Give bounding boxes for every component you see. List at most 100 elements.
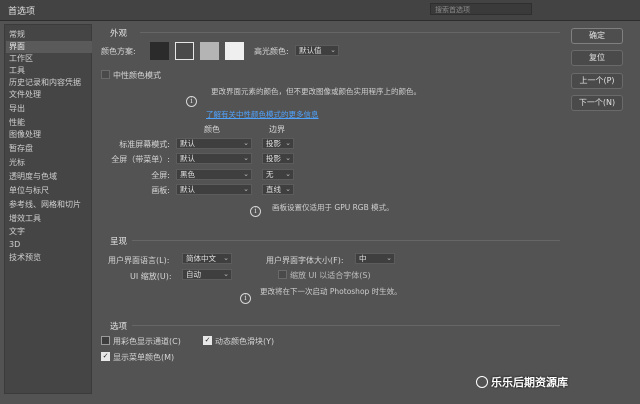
select-value: 默认	[180, 139, 195, 148]
info-icon: i	[250, 206, 261, 217]
fullscreen-color-select[interactable]: 黑色 ⌄	[176, 169, 252, 180]
sidebar-item-tools[interactable]: 工具	[9, 65, 91, 77]
menu-colors-checkbox[interactable]: ✓	[101, 352, 110, 361]
select-value: 黑色	[180, 170, 195, 179]
chevron-down-icon: ⌄	[243, 185, 249, 193]
sidebar-item-cursors[interactable]: 光标	[9, 157, 91, 169]
theme-swatch-medium-dark[interactable]	[175, 42, 194, 60]
watermark-text: 乐乐后期资源库	[491, 376, 568, 389]
artboard-color-select[interactable]: 默认 ⌄	[176, 184, 252, 195]
standard-screen-border-select[interactable]: 投影 ⌄	[262, 138, 294, 149]
fullscreen-border-select[interactable]: 无 ⌄	[262, 169, 294, 180]
neutral-mode-hint: 更改界面元素的颜色，但不更改图像或颜色实用程序上的颜色。	[211, 87, 421, 96]
fullscreen-menus-border-select[interactable]: 投影 ⌄	[262, 153, 294, 164]
title-bar: 首选项 搜索首选项	[0, 0, 640, 21]
sidebar-item-export[interactable]: 导出	[9, 103, 91, 115]
theme-swatch-light[interactable]	[225, 42, 244, 60]
logo-icon	[476, 376, 488, 388]
gpu-hint: 画板设置仅适用于 GPU RGB 模式。	[272, 203, 394, 212]
chevron-down-icon: ⌄	[386, 254, 392, 262]
ui-scaling-label: UI 缩放(U):	[130, 272, 172, 281]
scale-ui-to-font-checkbox[interactable]	[278, 270, 287, 279]
neutral-mode-checkbox[interactable]	[101, 70, 110, 79]
chevron-down-icon: ⌄	[285, 170, 291, 178]
chevron-down-icon: ⌄	[285, 185, 291, 193]
dynamic-sliders-checkbox[interactable]: ✓	[203, 336, 212, 345]
sidebar-item-3d[interactable]: 3D	[9, 239, 91, 251]
ui-language-label: 用户界面语言(L):	[108, 256, 170, 265]
chevron-down-icon: ⌄	[330, 46, 336, 54]
select-value: 中	[359, 254, 367, 263]
sidebar-item-tech-preview[interactable]: 技术预览	[9, 252, 91, 264]
chevron-down-icon: ⌄	[223, 270, 229, 278]
sidebar-item-workspace[interactable]: 工作区	[9, 53, 91, 65]
sidebar-item-history[interactable]: 历史记录和内容凭据	[9, 77, 91, 89]
border-column-header: 边界	[269, 125, 285, 134]
restart-hint: 更改将在下一次启动 Photoshop 时生效。	[260, 287, 402, 296]
appearance-title: 外观	[110, 29, 128, 39]
color-theme-label: 颜色方案:	[101, 47, 136, 56]
sidebar-item-type[interactable]: 文字	[9, 226, 91, 238]
prev-button[interactable]: 上一个(P)	[571, 73, 623, 89]
channels-in-color-label: 用彩色显示通道(C)	[113, 337, 181, 346]
highlight-color-value: 默认值	[299, 46, 322, 55]
ui-font-size-select[interactable]: 中 ⌄	[355, 253, 395, 264]
presentation-divider	[132, 240, 560, 241]
ui-font-size-label: 用户界面字体大小(F):	[266, 256, 344, 265]
sidebar-item-interface[interactable]: 界面	[6, 41, 92, 53]
dynamic-sliders-label: 动态颜色滑块(Y)	[215, 337, 275, 346]
search-input[interactable]: 搜索首选项	[430, 3, 532, 15]
sidebar-item-file-handling[interactable]: 文件处理	[9, 89, 91, 101]
select-value: 简体中文	[186, 254, 216, 263]
ui-language-select[interactable]: 简体中文 ⌄	[182, 253, 232, 264]
options-title: 选项	[110, 322, 128, 332]
window-title: 首选项	[8, 7, 36, 17]
sidebar-item-transparency[interactable]: 透明度与色域	[9, 171, 91, 183]
highlight-color-select[interactable]: 默认值 ⌄	[295, 45, 339, 56]
channels-in-color-checkbox[interactable]	[101, 336, 110, 345]
theme-swatch-dark[interactable]	[150, 42, 169, 60]
fullscreen-menus-color-select[interactable]: 默认 ⌄	[176, 153, 252, 164]
ok-button[interactable]: 确定	[571, 28, 623, 44]
info-icon: i	[240, 293, 251, 304]
next-button[interactable]: 下一个(N)	[571, 95, 623, 111]
reset-button[interactable]: 复位	[571, 50, 623, 66]
select-value: 投影	[266, 154, 281, 163]
color-column-header: 颜色	[204, 125, 220, 134]
select-value: 无	[266, 170, 274, 179]
artboard-border-select[interactable]: 直线 ⌄	[262, 184, 294, 195]
sidebar-item-general[interactable]: 常规	[9, 29, 91, 41]
sidebar-item-image-processing[interactable]: 图像处理	[9, 129, 91, 141]
chevron-down-icon: ⌄	[285, 139, 291, 147]
select-value: 自动	[186, 270, 201, 279]
sidebar-item-performance[interactable]: 性能	[9, 117, 91, 129]
chevron-down-icon: ⌄	[243, 154, 249, 162]
watermark: 乐乐后期资源库	[476, 374, 568, 390]
sidebar-item-scratch-disks[interactable]: 暂存盘	[9, 143, 91, 155]
select-value: 直线	[266, 185, 281, 194]
select-value: 投影	[266, 139, 281, 148]
sidebar-item-units[interactable]: 单位与标尺	[9, 185, 91, 197]
neutral-mode-label: 中性颜色模式	[113, 71, 161, 80]
sidebar-item-guides[interactable]: 参考线、网格和切片	[9, 199, 91, 211]
appearance-divider	[140, 32, 560, 33]
select-value: 默认	[180, 154, 195, 163]
chevron-down-icon: ⌄	[243, 139, 249, 147]
standard-screen-label: 标准屏幕模式:	[119, 140, 170, 149]
scale-ui-to-font-label: 缩放 UI 以适合字体(S)	[290, 271, 371, 280]
artboard-label: 画板:	[151, 186, 170, 195]
options-divider	[132, 325, 560, 326]
fullscreen-label: 全屏:	[151, 171, 170, 180]
theme-swatch-medium-light[interactable]	[200, 42, 219, 60]
highlight-color-label: 高光颜色:	[254, 47, 289, 56]
standard-screen-color-select[interactable]: 默认 ⌄	[176, 138, 252, 149]
menu-colors-label: 显示菜单颜色(M)	[113, 353, 175, 362]
fullscreen-menus-label: 全屏（带菜单）:	[111, 155, 170, 164]
chevron-down-icon: ⌄	[243, 170, 249, 178]
sidebar-item-plugins[interactable]: 增效工具	[9, 213, 91, 225]
info-icon: i	[186, 96, 197, 107]
ui-scaling-select[interactable]: 自动 ⌄	[182, 269, 232, 280]
select-value: 默认	[180, 185, 195, 194]
chevron-down-icon: ⌄	[285, 154, 291, 162]
learn-more-link[interactable]: 了解有关中性颜色模式的更多信息	[206, 109, 319, 120]
